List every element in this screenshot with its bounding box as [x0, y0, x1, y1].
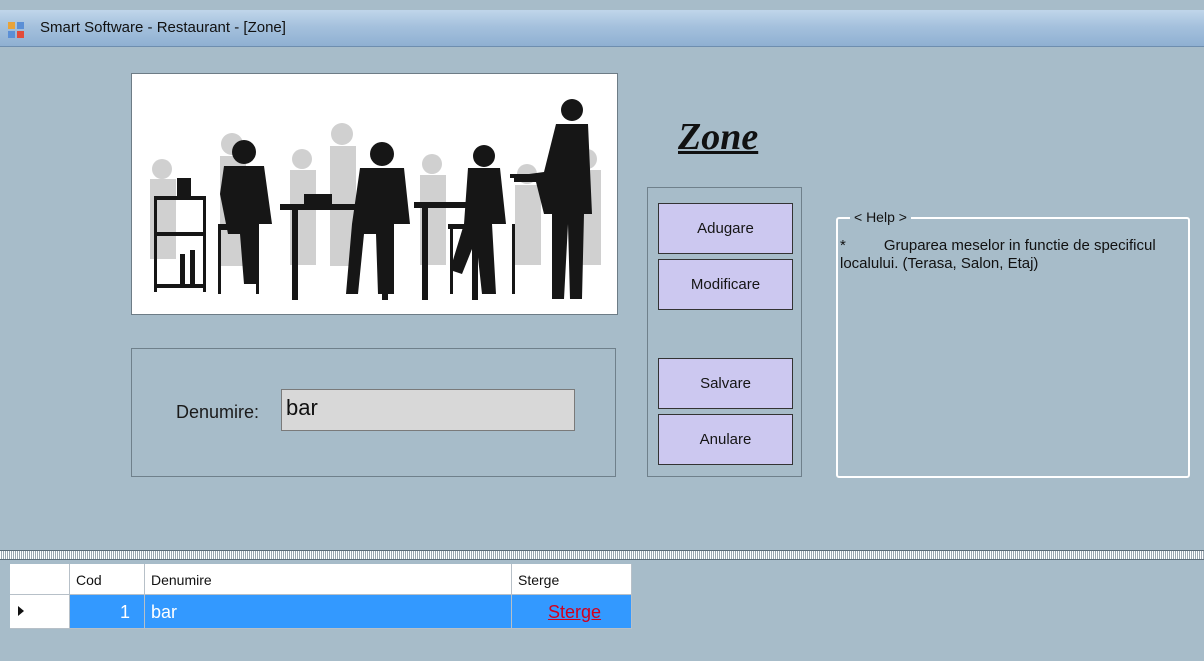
window-title: Smart Software - Restaurant - [Zone]	[40, 19, 286, 36]
column-header-sterge[interactable]: Sterge	[512, 564, 632, 595]
help-legend: < Help >	[850, 209, 911, 225]
page-title: Zone	[678, 116, 759, 158]
column-header-cod[interactable]: Cod	[70, 564, 145, 595]
help-text: Gruparea meselor in functie de specificu…	[840, 237, 1156, 272]
cell-denumire[interactable]: bar	[145, 595, 512, 629]
button-panel: Adugare Modificare Salvare Anulare	[647, 187, 802, 477]
cell-cod[interactable]: 1	[70, 595, 145, 629]
row-pointer-icon	[18, 606, 24, 616]
help-box: < Help > * Gruparea meselor in functie de…	[836, 209, 1190, 478]
cancel-button[interactable]: Anulare	[658, 414, 793, 465]
zones-grid: Cod Denumire Sterge 1 bar Sterge	[10, 564, 632, 629]
table-row[interactable]: 1 bar Sterge	[10, 595, 632, 629]
restaurant-image	[131, 73, 618, 315]
save-button[interactable]: Salvare	[658, 358, 793, 409]
cell-sterge[interactable]: Sterge	[512, 595, 632, 629]
add-button[interactable]: Adugare	[658, 203, 793, 254]
help-text-block: * Gruparea meselor in functie de specific…	[840, 237, 1185, 273]
title-bar: Smart Software - Restaurant - [Zone]	[0, 10, 1204, 47]
grid-header: Cod Denumire Sterge	[10, 564, 632, 595]
help-bullet: *	[840, 237, 846, 254]
column-header-denumire[interactable]: Denumire	[145, 564, 512, 595]
denumire-input[interactable]: bar	[281, 389, 575, 431]
row-header-corner	[10, 564, 70, 595]
row-selector[interactable]	[10, 595, 70, 629]
app-icon	[8, 22, 24, 38]
delete-link[interactable]: Sterge	[548, 602, 601, 622]
denumire-label: Denumire:	[176, 402, 260, 422]
denumire-group: Denumire: bar	[131, 348, 616, 477]
modify-button[interactable]: Modificare	[658, 259, 793, 310]
splitter[interactable]	[0, 550, 1204, 560]
